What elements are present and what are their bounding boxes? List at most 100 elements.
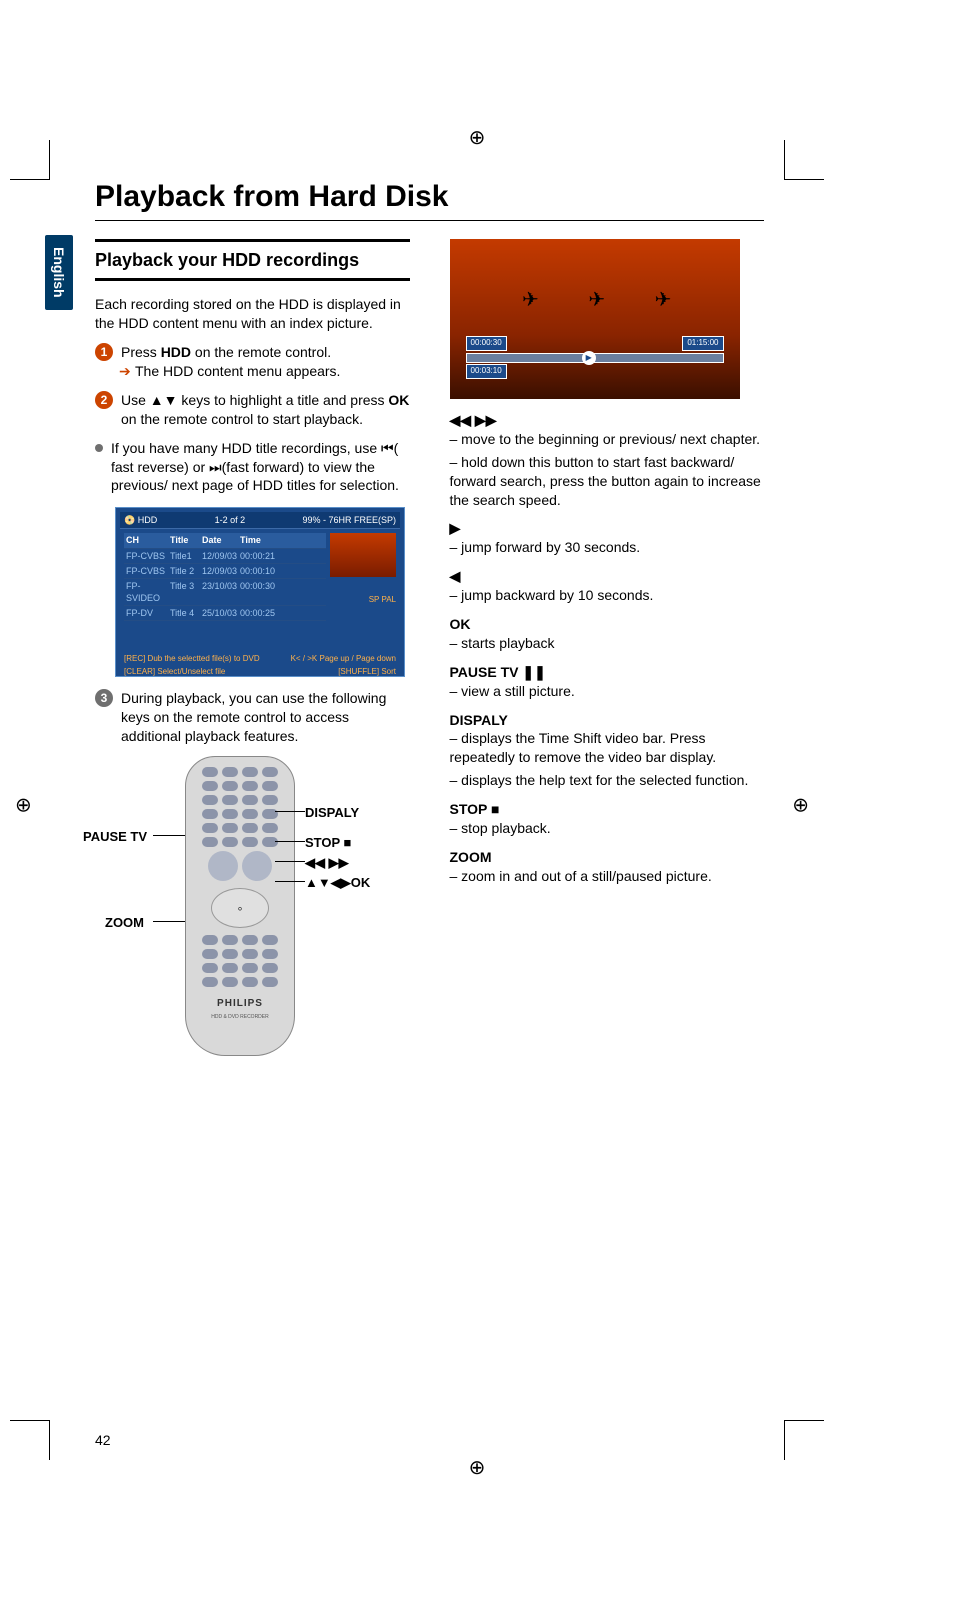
hdd-free: 99% - 76HR FREE(SP) xyxy=(302,514,396,526)
intro-text: Each recording stored on the HDD is disp… xyxy=(95,295,410,333)
func-seek-body: – move to the beginning or previous/ nex… xyxy=(450,430,765,449)
remote-body: ◦ PHILIPS HDD & DVD RECORDER xyxy=(185,756,295,1056)
func-display-body1: – displays the Time Shift video bar. Pre… xyxy=(450,729,765,767)
cell: Title1 xyxy=(168,549,200,563)
hdd-page: 1-2 of 2 xyxy=(215,514,246,526)
cell: 12/09/03 xyxy=(200,549,238,563)
hdd-menu-footer: [REC] Dub the selectted file(s) to DVD K<… xyxy=(120,653,400,679)
callout-stop: STOP ■ xyxy=(305,834,351,852)
func-pause-head: PAUSE TV ❚❚ xyxy=(450,663,765,682)
func-pause-body: – view a still picture. xyxy=(450,682,765,701)
func-fwd-body: – jump forward by 30 seconds. xyxy=(450,538,765,557)
time-current: 00:03:10 xyxy=(466,364,507,379)
text: on the remote control to start playback. xyxy=(121,411,363,427)
cell: 12/09/03 xyxy=(200,564,238,578)
table-row: FP-DVTitle 425/10/0300:00:25 xyxy=(124,606,326,621)
rewind-icon: ⏮ xyxy=(381,440,394,456)
text: Press xyxy=(121,344,161,360)
cell: Title 2 xyxy=(168,564,200,578)
language-tab: English xyxy=(45,235,73,310)
func-ok-body: – starts playback xyxy=(450,634,765,653)
func-fwd-head: ▶ xyxy=(450,519,765,538)
text: HDD xyxy=(138,515,158,525)
cell: FP-CVBS xyxy=(124,564,168,578)
table-row: FP-SVIDEOTitle 323/10/0300:00:30 xyxy=(124,579,326,606)
callout-line xyxy=(275,881,305,882)
text: Use xyxy=(121,392,150,408)
remote-brand-sub: HDD & DVD RECORDER xyxy=(211,1014,269,1021)
cell: FP-SVIDEO xyxy=(124,579,168,605)
cell: 00:00:10 xyxy=(238,564,274,578)
crop-mark xyxy=(784,140,824,180)
cell: 00:00:30 xyxy=(238,579,274,605)
hdd-tab: 📀 HDD xyxy=(124,514,157,526)
time-right: 01:15:00 xyxy=(682,336,723,351)
cell: Title 3 xyxy=(168,579,200,605)
func-back-body: – jump backward by 10 seconds. xyxy=(450,586,765,605)
func-stop-head: STOP ■ xyxy=(450,800,765,819)
step-body: Use ▲▼ keys to highlight a title and pre… xyxy=(121,391,410,429)
crop-mark xyxy=(10,1420,50,1460)
step-body: During playback, you can use the followi… xyxy=(121,689,410,746)
foot-rec: [REC] Dub the selectted file(s) to DVD xyxy=(124,654,260,665)
progress-bar: ▶ xyxy=(466,353,724,363)
bullet-icon xyxy=(95,444,103,452)
foot-clear: [CLEAR] Select/Unselect file xyxy=(124,667,225,678)
text: If you have many HDD title recordings, u… xyxy=(111,440,381,456)
col-ch: CH xyxy=(124,533,168,547)
section-heading: Playback your HDD recordings xyxy=(95,239,410,281)
forward-icon: ⏭ xyxy=(209,459,222,475)
text: on the remote control. xyxy=(191,344,331,360)
callout-line xyxy=(153,835,185,836)
callout-line xyxy=(275,861,305,862)
func-seek-head: ◀◀ ▶▶ xyxy=(450,411,765,430)
text: keys to highlight a title and press xyxy=(178,392,389,408)
step-3: 3 During playback, you can use the follo… xyxy=(95,689,410,746)
column-right: ✈ ✈ ✈ 00:00:30 01:15:00 ▶ 00:03:10 ◀◀ ▶▶… xyxy=(450,239,765,1116)
registration-mark-icon: ⊕ xyxy=(792,793,809,818)
func-zoom-head: ZOOM xyxy=(450,848,765,867)
time-left: 00:00:30 xyxy=(466,336,507,351)
col-time: Time xyxy=(238,533,274,547)
callout-line xyxy=(153,921,185,922)
func-stop-body: – stop playback. xyxy=(450,819,765,838)
registration-mark-icon: ⊕ xyxy=(15,793,32,818)
step-number-icon: 3 xyxy=(95,689,113,707)
table-row: FP-CVBSTitle 212/09/0300:00:10 xyxy=(124,564,326,579)
func-ok-head: OK xyxy=(450,615,765,634)
cell: FP-CVBS xyxy=(124,549,168,563)
step-number-icon: 2 xyxy=(95,391,113,409)
step-body: Press HDD on the remote control. The HDD… xyxy=(121,343,410,381)
registration-mark-icon: ⊕ xyxy=(469,1455,486,1480)
callout-zoom: ZOOM xyxy=(105,914,144,932)
cell: 00:00:21 xyxy=(238,549,274,563)
button-name: HDD xyxy=(161,344,191,360)
foot-page: K< / >K Page up / Page down xyxy=(291,654,396,665)
callout-display: DISPALY xyxy=(305,804,359,822)
cell: 25/10/03 xyxy=(200,606,238,620)
cell: FP-DV xyxy=(124,606,168,620)
callout-nav: ▲▼◀▶OK xyxy=(305,874,370,892)
bird-silhouette-icon: ✈ ✈ ✈ xyxy=(522,287,693,314)
crop-mark xyxy=(784,1420,824,1460)
remote-brand: PHILIPS xyxy=(217,997,263,1011)
step-number-icon: 1 xyxy=(95,343,113,361)
foot-shuffle: [SHUFFLE] Sort xyxy=(338,667,396,678)
page-number: 42 xyxy=(95,1432,111,1448)
func-display-head: DISPALY xyxy=(450,711,765,730)
step-1: 1 Press HDD on the remote control. The H… xyxy=(95,343,410,381)
table-row: FP-CVBSTitle112/09/0300:00:21 xyxy=(124,549,326,564)
hdd-thumbnail xyxy=(330,533,396,577)
remote-illustration: ◦ PHILIPS HDD & DVD RECORDER PAUSE TV ZO… xyxy=(95,756,385,1116)
button-name: OK xyxy=(388,392,409,408)
play-marker-icon: ▶ xyxy=(582,351,596,365)
registration-mark-icon: ⊕ xyxy=(469,125,486,150)
func-zoom-body: – zoom in and out of a still/paused pict… xyxy=(450,867,765,886)
callout-pause-tv: PAUSE TV xyxy=(83,828,147,846)
hdd-thumb-col: SP PAL xyxy=(330,533,396,621)
hdd-table: CH Title Date Time FP-CVBSTitle112/09/03… xyxy=(124,533,326,621)
func-seek-body2: – hold down this button to start fast ba… xyxy=(450,453,765,510)
page-title: Playback from Hard Disk xyxy=(95,180,764,221)
col-title: Title xyxy=(168,533,200,547)
crop-mark xyxy=(10,140,50,180)
